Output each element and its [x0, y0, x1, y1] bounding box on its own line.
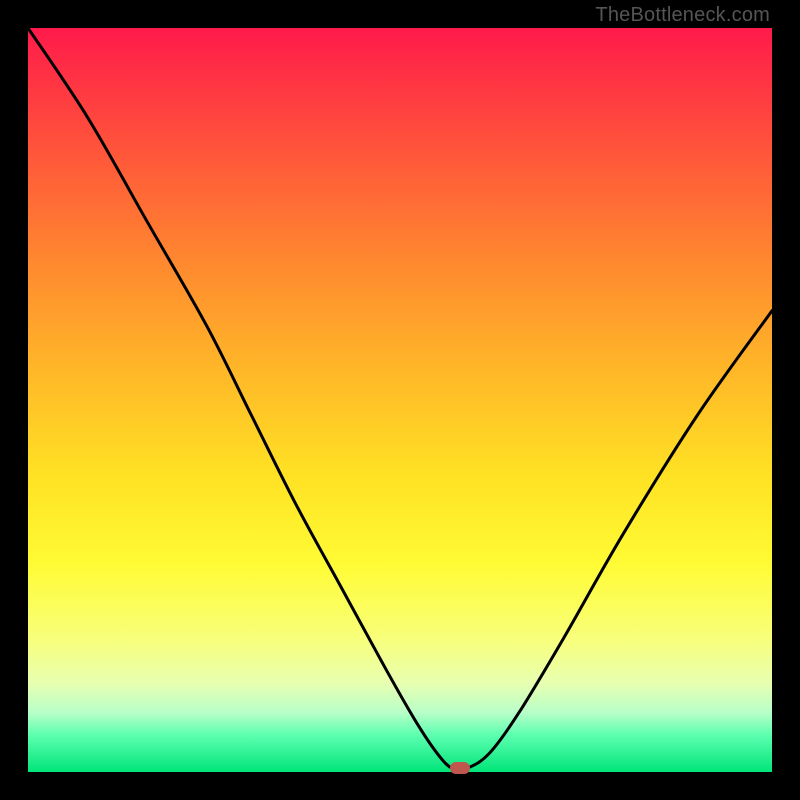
curve-svg	[28, 28, 772, 772]
optimal-marker	[450, 762, 470, 774]
watermark-text: TheBottleneck.com	[595, 4, 770, 27]
plot-area	[28, 28, 772, 772]
bottleneck-curve	[28, 28, 772, 770]
chart-frame: TheBottleneck.com	[0, 0, 800, 800]
